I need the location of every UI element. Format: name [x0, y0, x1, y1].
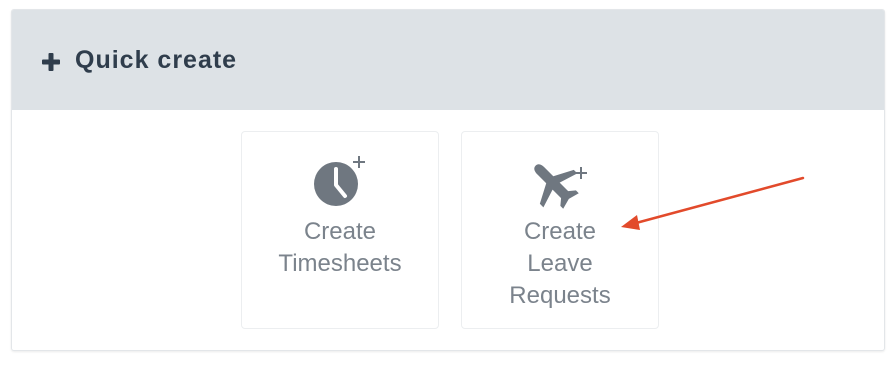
create-leave-requests-button[interactable]: Create Leave Requests [461, 131, 659, 329]
airplane-plus-icon [534, 164, 587, 209]
create-timesheets-button[interactable]: Create Timesheets [241, 131, 439, 329]
label-line: Create [523, 218, 597, 245]
quick-create-panel: Quick create Create Timesheets Create Le… [11, 9, 885, 351]
create-timesheets-label: Create Timesheets [242, 216, 438, 280]
clock-plus-icon [314, 156, 365, 206]
plus-icon [42, 53, 60, 71]
quick-create-header[interactable]: Quick create [12, 10, 884, 110]
label-line: Requests [509, 282, 611, 309]
label-line: Leave [527, 250, 593, 277]
quick-create-title: Quick create [75, 46, 238, 74]
create-leave-requests-label: Create Leave Requests [462, 216, 658, 312]
label-line: Create [303, 218, 377, 245]
label-line: Timesheets [278, 250, 402, 277]
